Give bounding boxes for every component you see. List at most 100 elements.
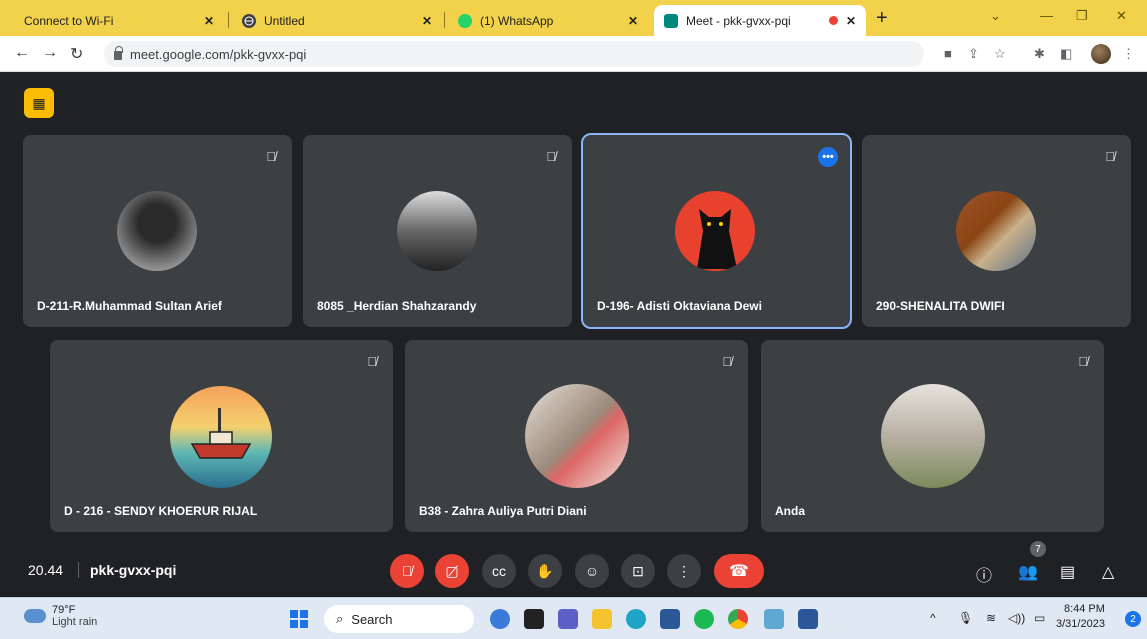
tab-whatsapp[interactable]: (1) WhatsApp ✕ [448, 5, 648, 36]
close-icon[interactable]: ✕ [422, 14, 432, 28]
participant-tile[interactable]: 🎙̸ B38 - Zahra Auliya Putri Diani [405, 340, 748, 532]
extensions-icon[interactable]: ✱ [1034, 46, 1045, 62]
tab-title: (1) WhatsApp [480, 13, 554, 28]
mic-off-icon: 🎙̸ [722, 354, 732, 369]
participant-name: D - 216 - SENDY KHOERUR RIJAL [64, 504, 258, 518]
activities-icon[interactable]: ▦ [24, 88, 54, 118]
more-options-icon[interactable]: ••• [818, 147, 838, 167]
camera-toggle-button[interactable]: ▢̸ [435, 554, 469, 588]
tab-search-icon[interactable]: ⌄ [990, 8, 1001, 24]
forward-button[interactable]: → [42, 44, 58, 62]
participant-name: B38 - Zahra Auliya Putri Diani [419, 504, 587, 518]
close-icon[interactable]: ✕ [204, 14, 214, 28]
profile-avatar[interactable] [1091, 44, 1111, 64]
url-text: meet.google.com/pkk-gvxx-pqi [130, 46, 307, 62]
weather-widget[interactable]: 79°F Light rain [24, 604, 97, 628]
battery-icon[interactable]: ▭ [1034, 611, 1045, 625]
volume-icon[interactable]: ◁)) [1008, 611, 1025, 625]
window-close-button[interactable]: ✕ [1116, 8, 1127, 24]
teams-chat-icon[interactable] [558, 609, 578, 629]
tab-meet[interactable]: Meet - pkk-gvxx-pqi ✕ [654, 5, 866, 36]
meeting-code: pkk-gvxx-pqi [90, 562, 177, 578]
mic-off-icon: 🎙̸ [367, 354, 377, 369]
kebab-menu-icon[interactable]: ⋮ [1122, 46, 1135, 62]
camera-in-use-icon[interactable]: ■ [944, 46, 952, 61]
chevron-up-icon[interactable]: ^ [930, 611, 936, 625]
participant-name: D-196- Adisti Oktaviana Dewi [597, 299, 762, 313]
mic-toggle-button[interactable]: 🎙̸ [390, 554, 424, 588]
reactions-button[interactable]: ☺ [575, 554, 609, 588]
globe-icon [242, 13, 256, 28]
more-options-button[interactable]: ⋮ [667, 554, 701, 588]
word-icon[interactable] [798, 609, 818, 629]
participant-tile[interactable]: 🎙̸ D - 216 - SENDY KHOERUR RIJAL [50, 340, 393, 532]
taskbar-clock[interactable]: 8:44 PM 3/31/2023 [1056, 602, 1105, 632]
mic-off-icon: 🎙̸ [546, 149, 556, 164]
bookmark-star-icon[interactable]: ☆ [994, 46, 1006, 62]
divider [78, 562, 79, 578]
whatsapp-icon [458, 13, 472, 28]
participant-tile-self[interactable]: 🎙̸ Anda [761, 340, 1104, 532]
cloud-rain-icon [24, 609, 46, 623]
tab-divider [228, 12, 229, 28]
participant-tile[interactable]: 🎙̸ 8085 _Herdian Shahzarandy [303, 135, 572, 327]
meeting-time: 20.44 [28, 562, 64, 578]
boat-avatar [170, 386, 272, 488]
mic-off-icon: 🎙̸ [1078, 354, 1088, 369]
meeting-info-icon[interactable]: ⓘ [976, 562, 992, 586]
mic-off-icon: 🎙̸ [1105, 149, 1115, 164]
meet-icon [664, 13, 678, 28]
browser-toolbar: ← → ↻ meet.google.com/pkk-gvxx-pqi ■ ⇪ ☆… [0, 36, 1147, 72]
microphone-icon[interactable]: 🎙 [958, 611, 973, 625]
leave-call-button[interactable]: ☎ [714, 554, 764, 588]
chat-icon[interactable]: ▤ [1060, 562, 1075, 582]
file-explorer-icon[interactable] [592, 609, 612, 629]
taskbar-search[interactable]: ⌕ Search [324, 605, 474, 633]
participant-tile[interactable]: 🎙̸ D-211-R.Muhammad Sultan Arief [23, 135, 292, 327]
clock-date: 3/31/2023 [1056, 618, 1105, 630]
browser-tab-strip: Connect to Wi-Fi ✕ Untitled ✕ (1) WhatsA… [0, 0, 1147, 36]
edge-icon[interactable] [626, 609, 646, 629]
restore-button[interactable]: ❐ [1076, 8, 1088, 24]
participant-avatar [525, 384, 629, 488]
mic-off-icon: 🎙̸ [266, 149, 276, 164]
raise-hand-button[interactable]: ✋ [528, 554, 562, 588]
new-tab-button[interactable]: + [876, 8, 888, 28]
tab-divider [444, 12, 445, 28]
tab-untitled[interactable]: Untitled ✕ [232, 5, 442, 36]
tab-title: Connect to Wi-Fi [24, 13, 114, 28]
captions-button[interactable]: cc [482, 554, 516, 588]
minimize-button[interactable]: — [1040, 8, 1053, 23]
tab-title: Meet - pkk-gvxx-pqi [686, 13, 791, 28]
windows-taskbar: 79°F Light rain ⌕ Search ^ 🎙 ≋ ◁)) ▭ 8:4… [0, 597, 1147, 639]
people-icon[interactable]: 👥 [1018, 562, 1038, 582]
participant-name: 290-SHENALITA DWIFI [876, 299, 1005, 313]
spotify-icon[interactable] [694, 609, 714, 629]
chrome-icon[interactable] [728, 609, 748, 629]
store-icon[interactable] [660, 609, 680, 629]
back-button[interactable]: ← [14, 44, 30, 62]
share-icon[interactable]: ⇪ [968, 46, 979, 62]
task-view-icon[interactable] [524, 609, 544, 629]
windows-start-icon[interactable] [290, 610, 308, 628]
clock-time: 8:44 PM [1063, 603, 1105, 615]
address-bar[interactable]: meet.google.com/pkk-gvxx-pqi [104, 41, 924, 67]
close-icon[interactable]: ✕ [846, 14, 856, 28]
activities-icon[interactable]: △ [1102, 562, 1114, 582]
wifi-icon[interactable]: ≋ [986, 611, 996, 625]
search-icon: ⌕ [336, 611, 344, 626]
notepad-icon[interactable] [764, 609, 784, 629]
bing-icon[interactable] [490, 609, 510, 629]
reload-button[interactable]: ↻ [70, 44, 83, 64]
meet-stage: ▦ 🎙̸ D-211-R.Muhammad Sultan Arief 🎙̸ 80… [0, 72, 1147, 597]
participant-name: D-211-R.Muhammad Sultan Arief [37, 299, 222, 313]
notification-badge[interactable]: 2 [1125, 611, 1141, 627]
present-button[interactable]: ⊡ [621, 554, 655, 588]
participant-tile-speaking[interactable]: ••• D-196- Adisti Oktaviana Dewi [581, 133, 852, 329]
side-panel-icon[interactable]: ◧ [1060, 46, 1072, 62]
tab-connect-wifi[interactable]: Connect to Wi-Fi ✕ [14, 5, 224, 36]
participant-tile[interactable]: 🎙̸ 290-SHENALITA DWIFI [862, 135, 1131, 327]
lock-icon [114, 45, 123, 60]
close-icon[interactable]: ✕ [628, 14, 638, 28]
weather-desc: Light rain [52, 616, 98, 628]
